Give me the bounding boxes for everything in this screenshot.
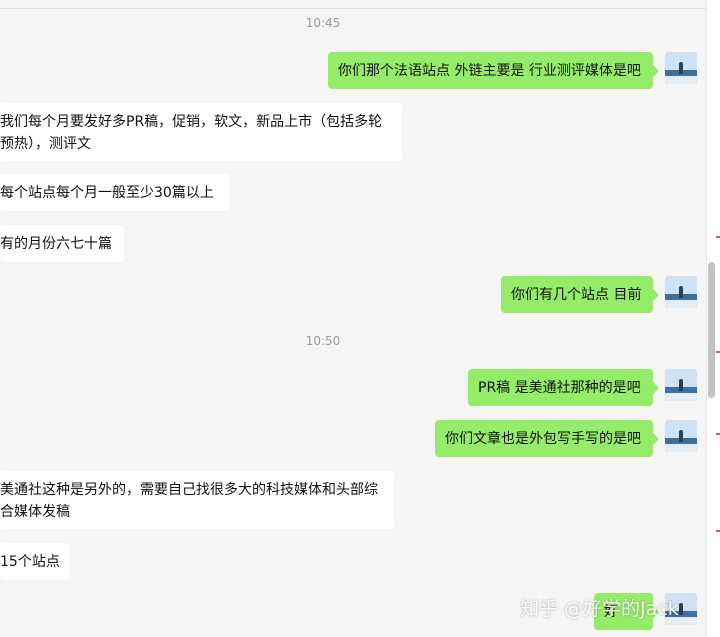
message-bubble-received[interactable]: 我们每个月要发好多PR稿，促销，软文，新品上市（包括多轮预热），测评文: [0, 103, 402, 161]
message-bubble-sent[interactable]: PR稿 是美通社那种的是吧: [468, 369, 659, 406]
message-bubble-sent[interactable]: 你们有几个站点 目前: [501, 276, 659, 313]
message-text: 你们文章也是外包写手写的是吧: [445, 431, 641, 447]
message-text: 有的月份六七十篇: [0, 236, 112, 252]
message-bubble-received[interactable]: 15个站点: [0, 543, 69, 580]
user-avatar[interactable]: [665, 52, 697, 84]
window-edge-mark: [716, 351, 720, 353]
message-bubble-received[interactable]: 有的月份六七十篇: [0, 225, 124, 262]
message-bubble-received[interactable]: 美通社这种是另外的，需要自己找很多大的科技媒体和头部综合媒体发稿: [0, 471, 394, 529]
message-text: PR稿 是美通社那种的是吧: [478, 380, 641, 396]
message-text: 我们每个月要发好多PR稿，促销，软文，新品上市（包括多轮预热），测评文: [0, 114, 383, 152]
timestamp: 10:50: [305, 334, 341, 348]
window-edge-mark: [716, 236, 720, 238]
avatar-photo-icon: [665, 369, 697, 401]
message-text: 美通社这种是另外的，需要自己找很多大的科技媒体和头部综合媒体发稿: [0, 482, 378, 520]
user-avatar[interactable]: [665, 420, 697, 452]
message-bubble-sent[interactable]: 你们那个法语站点 外链主要是 行业测评媒体是吧: [328, 52, 659, 89]
message-text: 每个站点每个月一般至少30篇以上: [0, 185, 214, 201]
message-bubble-received[interactable]: 每个站点每个月一般至少30篇以上: [0, 174, 229, 211]
timestamp: 10:45: [305, 16, 341, 30]
message-text: 你们那个法语站点 外链主要是 行业测评媒体是吧: [338, 63, 641, 79]
window-edge-mark: [716, 530, 720, 532]
message-bubble-sent[interactable]: 你们文章也是外包写手写的是吧: [435, 420, 659, 457]
message-text: 15个站点: [0, 554, 60, 570]
message-text: 你们有几个站点 目前: [511, 287, 642, 303]
watermark: 知乎 @好学的Jack: [520, 598, 679, 620]
window-top-border: [0, 0, 720, 9]
avatar-photo-icon: [665, 52, 697, 84]
window-edge-mark: [716, 433, 720, 435]
avatar-photo-icon: [665, 420, 697, 452]
scrollbar-thumb[interactable]: [708, 262, 715, 398]
user-avatar[interactable]: [665, 369, 697, 401]
avatar-photo-icon: [665, 276, 697, 308]
user-avatar[interactable]: [665, 276, 697, 308]
